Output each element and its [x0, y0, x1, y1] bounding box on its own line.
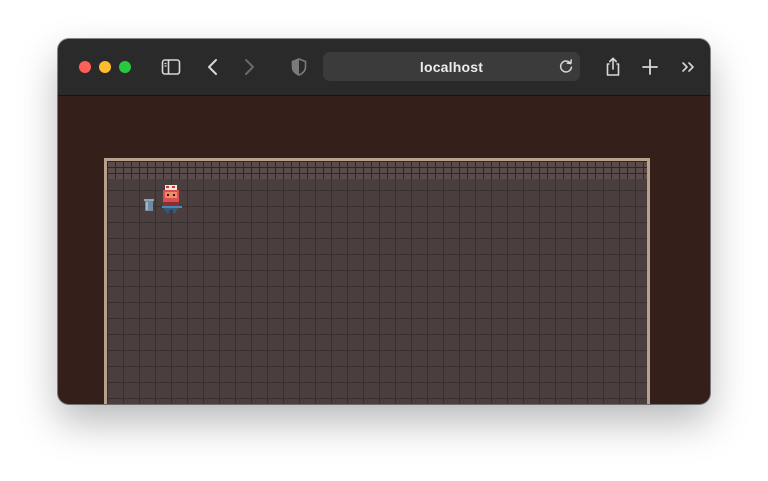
new-tab-icon[interactable] — [638, 55, 662, 79]
browser-toolbar: localhost — [58, 39, 710, 96]
forward-icon[interactable] — [237, 55, 261, 79]
trash-bin-sprite — [144, 199, 154, 211]
dungeon-wall — [107, 158, 647, 179]
game-canvas[interactable] — [104, 158, 650, 404]
minimize-window-button[interactable] — [99, 61, 111, 73]
browser-window: localhost — [58, 39, 710, 404]
share-icon[interactable] — [601, 55, 625, 79]
more-icon[interactable] — [677, 55, 701, 79]
address-url: localhost — [419, 59, 484, 75]
close-window-button[interactable] — [79, 61, 91, 73]
player-character-sprite — [162, 185, 182, 213]
privacy-shield-icon[interactable] — [287, 55, 311, 79]
reload-icon[interactable] — [556, 56, 576, 76]
zoom-window-button[interactable] — [119, 61, 131, 73]
page-content — [58, 96, 710, 404]
back-icon[interactable] — [201, 55, 225, 79]
sidebar-icon[interactable] — [159, 55, 183, 79]
address-bar[interactable]: localhost — [323, 52, 580, 81]
